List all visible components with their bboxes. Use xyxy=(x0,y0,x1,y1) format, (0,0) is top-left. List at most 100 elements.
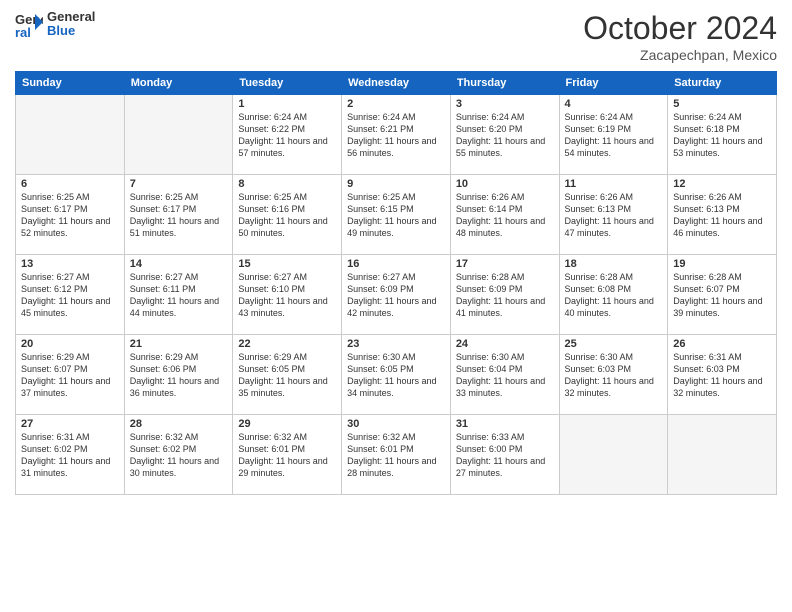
calendar-cell: 15Sunrise: 6:27 AMSunset: 6:10 PMDayligh… xyxy=(233,255,342,335)
calendar-cell: 28Sunrise: 6:32 AMSunset: 6:02 PMDayligh… xyxy=(124,415,233,495)
day-info: Sunrise: 6:25 AMSunset: 6:17 PMDaylight:… xyxy=(21,191,119,240)
calendar-cell: 18Sunrise: 6:28 AMSunset: 6:08 PMDayligh… xyxy=(559,255,668,335)
day-number: 7 xyxy=(130,178,228,190)
day-number: 18 xyxy=(565,258,663,270)
calendar-cell: 3Sunrise: 6:24 AMSunset: 6:20 PMDaylight… xyxy=(450,95,559,175)
calendar-cell: 21Sunrise: 6:29 AMSunset: 6:06 PMDayligh… xyxy=(124,335,233,415)
day-number: 3 xyxy=(456,98,554,110)
day-number: 15 xyxy=(238,258,336,270)
calendar-cell: 30Sunrise: 6:32 AMSunset: 6:01 PMDayligh… xyxy=(342,415,451,495)
day-info: Sunrise: 6:25 AMSunset: 6:17 PMDaylight:… xyxy=(130,191,228,240)
calendar-cell xyxy=(559,415,668,495)
day-number: 21 xyxy=(130,338,228,350)
day-info: Sunrise: 6:27 AMSunset: 6:09 PMDaylight:… xyxy=(347,271,445,320)
day-info: Sunrise: 6:31 AMSunset: 6:02 PMDaylight:… xyxy=(21,431,119,480)
calendar-cell: 19Sunrise: 6:28 AMSunset: 6:07 PMDayligh… xyxy=(668,255,777,335)
title-block: October 2024 Zacapechpan, Mexico xyxy=(583,10,777,63)
day-info: Sunrise: 6:29 AMSunset: 6:06 PMDaylight:… xyxy=(130,351,228,400)
calendar-cell: 22Sunrise: 6:29 AMSunset: 6:05 PMDayligh… xyxy=(233,335,342,415)
svg-text:ral: ral xyxy=(15,25,31,38)
calendar-cell: 27Sunrise: 6:31 AMSunset: 6:02 PMDayligh… xyxy=(16,415,125,495)
day-info: Sunrise: 6:28 AMSunset: 6:09 PMDaylight:… xyxy=(456,271,554,320)
calendar-cell: 23Sunrise: 6:30 AMSunset: 6:05 PMDayligh… xyxy=(342,335,451,415)
weekday-header-tuesday: Tuesday xyxy=(233,72,342,95)
day-info: Sunrise: 6:27 AMSunset: 6:10 PMDaylight:… xyxy=(238,271,336,320)
day-info: Sunrise: 6:24 AMSunset: 6:22 PMDaylight:… xyxy=(238,111,336,160)
weekday-header-monday: Monday xyxy=(124,72,233,95)
calendar-cell: 25Sunrise: 6:30 AMSunset: 6:03 PMDayligh… xyxy=(559,335,668,415)
day-info: Sunrise: 6:29 AMSunset: 6:07 PMDaylight:… xyxy=(21,351,119,400)
calendar-cell: 20Sunrise: 6:29 AMSunset: 6:07 PMDayligh… xyxy=(16,335,125,415)
day-number: 1 xyxy=(238,98,336,110)
day-number: 28 xyxy=(130,418,228,430)
weekday-header-thursday: Thursday xyxy=(450,72,559,95)
day-number: 5 xyxy=(673,98,771,110)
location-title: Zacapechpan, Mexico xyxy=(583,47,777,63)
day-info: Sunrise: 6:32 AMSunset: 6:01 PMDaylight:… xyxy=(347,431,445,480)
day-info: Sunrise: 6:29 AMSunset: 6:05 PMDaylight:… xyxy=(238,351,336,400)
calendar-cell: 7Sunrise: 6:25 AMSunset: 6:17 PMDaylight… xyxy=(124,175,233,255)
calendar-cell: 16Sunrise: 6:27 AMSunset: 6:09 PMDayligh… xyxy=(342,255,451,335)
calendar-cell: 4Sunrise: 6:24 AMSunset: 6:19 PMDaylight… xyxy=(559,95,668,175)
day-info: Sunrise: 6:27 AMSunset: 6:12 PMDaylight:… xyxy=(21,271,119,320)
calendar-cell: 14Sunrise: 6:27 AMSunset: 6:11 PMDayligh… xyxy=(124,255,233,335)
calendar-cell: 10Sunrise: 6:26 AMSunset: 6:14 PMDayligh… xyxy=(450,175,559,255)
weekday-header-saturday: Saturday xyxy=(668,72,777,95)
day-number: 20 xyxy=(21,338,119,350)
day-number: 6 xyxy=(21,178,119,190)
day-info: Sunrise: 6:30 AMSunset: 6:03 PMDaylight:… xyxy=(565,351,663,400)
day-number: 19 xyxy=(673,258,771,270)
day-number: 22 xyxy=(238,338,336,350)
day-info: Sunrise: 6:28 AMSunset: 6:08 PMDaylight:… xyxy=(565,271,663,320)
day-info: Sunrise: 6:26 AMSunset: 6:14 PMDaylight:… xyxy=(456,191,554,240)
calendar-cell xyxy=(16,95,125,175)
calendar-cell: 26Sunrise: 6:31 AMSunset: 6:03 PMDayligh… xyxy=(668,335,777,415)
calendar-cell xyxy=(124,95,233,175)
day-info: Sunrise: 6:25 AMSunset: 6:16 PMDaylight:… xyxy=(238,191,336,240)
day-number: 12 xyxy=(673,178,771,190)
day-number: 9 xyxy=(347,178,445,190)
calendar-cell: 9Sunrise: 6:25 AMSunset: 6:15 PMDaylight… xyxy=(342,175,451,255)
day-info: Sunrise: 6:24 AMSunset: 6:20 PMDaylight:… xyxy=(456,111,554,160)
day-number: 30 xyxy=(347,418,445,430)
calendar-cell: 6Sunrise: 6:25 AMSunset: 6:17 PMDaylight… xyxy=(16,175,125,255)
calendar-cell: 13Sunrise: 6:27 AMSunset: 6:12 PMDayligh… xyxy=(16,255,125,335)
day-info: Sunrise: 6:28 AMSunset: 6:07 PMDaylight:… xyxy=(673,271,771,320)
day-info: Sunrise: 6:30 AMSunset: 6:05 PMDaylight:… xyxy=(347,351,445,400)
day-number: 24 xyxy=(456,338,554,350)
day-info: Sunrise: 6:26 AMSunset: 6:13 PMDaylight:… xyxy=(673,191,771,240)
calendar-cell: 5Sunrise: 6:24 AMSunset: 6:18 PMDaylight… xyxy=(668,95,777,175)
calendar-cell: 24Sunrise: 6:30 AMSunset: 6:04 PMDayligh… xyxy=(450,335,559,415)
calendar-cell: 29Sunrise: 6:32 AMSunset: 6:01 PMDayligh… xyxy=(233,415,342,495)
weekday-header-wednesday: Wednesday xyxy=(342,72,451,95)
day-info: Sunrise: 6:30 AMSunset: 6:04 PMDaylight:… xyxy=(456,351,554,400)
day-number: 27 xyxy=(21,418,119,430)
day-number: 10 xyxy=(456,178,554,190)
calendar-cell: 31Sunrise: 6:33 AMSunset: 6:00 PMDayligh… xyxy=(450,415,559,495)
day-number: 4 xyxy=(565,98,663,110)
day-number: 11 xyxy=(565,178,663,190)
month-title: October 2024 xyxy=(583,10,777,47)
day-number: 8 xyxy=(238,178,336,190)
weekday-header-sunday: Sunday xyxy=(16,72,125,95)
day-info: Sunrise: 6:24 AMSunset: 6:19 PMDaylight:… xyxy=(565,111,663,160)
day-number: 17 xyxy=(456,258,554,270)
day-number: 13 xyxy=(21,258,119,270)
day-number: 25 xyxy=(565,338,663,350)
day-info: Sunrise: 6:31 AMSunset: 6:03 PMDaylight:… xyxy=(673,351,771,400)
day-number: 26 xyxy=(673,338,771,350)
calendar-cell: 11Sunrise: 6:26 AMSunset: 6:13 PMDayligh… xyxy=(559,175,668,255)
day-info: Sunrise: 6:26 AMSunset: 6:13 PMDaylight:… xyxy=(565,191,663,240)
calendar-cell: 8Sunrise: 6:25 AMSunset: 6:16 PMDaylight… xyxy=(233,175,342,255)
day-number: 29 xyxy=(238,418,336,430)
day-number: 14 xyxy=(130,258,228,270)
calendar-cell: 12Sunrise: 6:26 AMSunset: 6:13 PMDayligh… xyxy=(668,175,777,255)
calendar-cell: 2Sunrise: 6:24 AMSunset: 6:21 PMDaylight… xyxy=(342,95,451,175)
logo-icon: Gene ral xyxy=(15,10,43,38)
day-info: Sunrise: 6:24 AMSunset: 6:18 PMDaylight:… xyxy=(673,111,771,160)
day-info: Sunrise: 6:27 AMSunset: 6:11 PMDaylight:… xyxy=(130,271,228,320)
day-info: Sunrise: 6:32 AMSunset: 6:01 PMDaylight:… xyxy=(238,431,336,480)
calendar-cell: 17Sunrise: 6:28 AMSunset: 6:09 PMDayligh… xyxy=(450,255,559,335)
calendar-cell xyxy=(668,415,777,495)
weekday-header-friday: Friday xyxy=(559,72,668,95)
